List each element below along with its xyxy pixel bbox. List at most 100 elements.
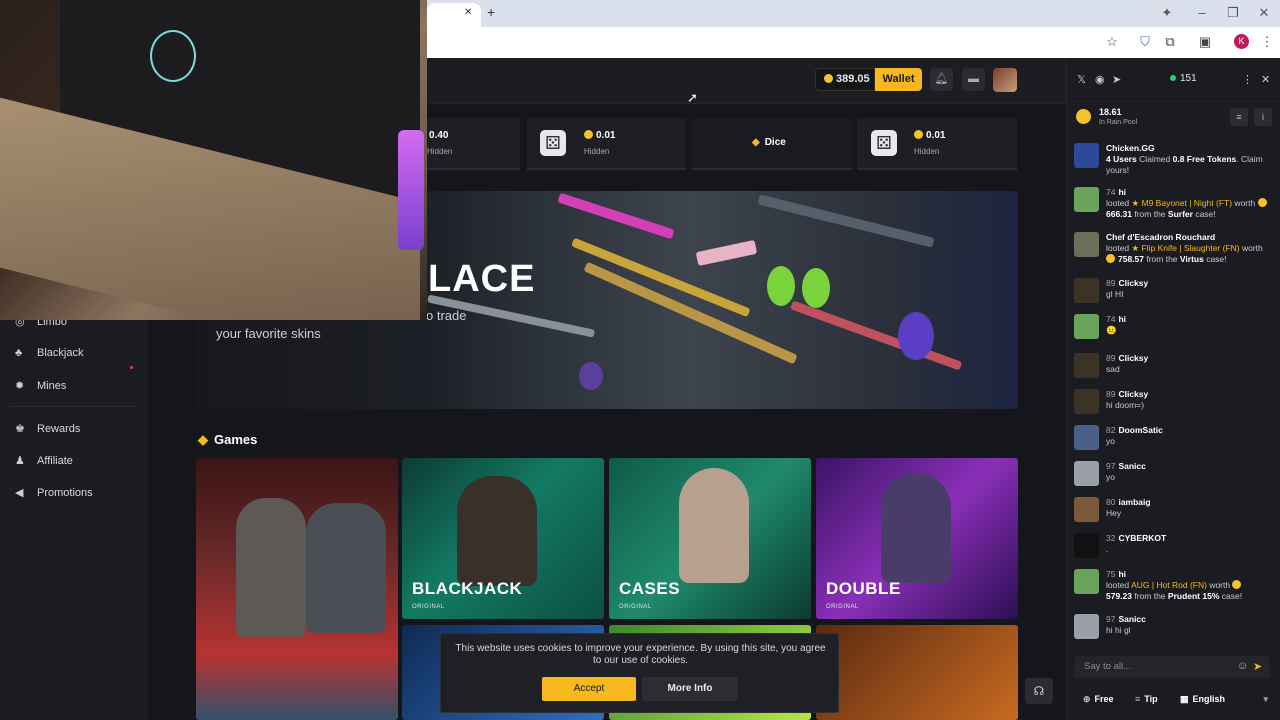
sidebar-item-blackjack[interactable]: ♣ Blackjack	[15, 347, 83, 359]
wallet-button[interactable]: Wallet	[875, 68, 922, 91]
extensions-icon[interactable]: ⧉	[1160, 34, 1180, 50]
rain-info-icon[interactable]: i	[1254, 108, 1272, 126]
chat-level: 97	[1106, 461, 1116, 471]
chat-username[interactable]: Clicksy	[1118, 389, 1148, 399]
character-art	[457, 476, 537, 586]
bet-amount: 0.01	[596, 130, 616, 141]
browser-tab[interactable]	[427, 3, 481, 27]
bet-user: Hidden	[914, 147, 940, 156]
banner-subtitle-line2: your favorite skins	[216, 326, 321, 341]
coin-icon	[1106, 254, 1115, 263]
chat-text: from the	[1144, 254, 1180, 264]
bet-card[interactable]: ⚄ 0.01 Hidden	[527, 118, 686, 170]
mines-indicator	[130, 366, 133, 369]
chat-avatar	[1074, 187, 1099, 212]
shield-icon[interactable]: ⛉	[1135, 34, 1155, 50]
chat-level: 32	[1106, 533, 1116, 543]
browser-menu-icon[interactable]: ⋮	[1257, 34, 1277, 50]
chat-username[interactable]: Clicksy	[1118, 278, 1148, 288]
chat-level: 97	[1106, 614, 1116, 624]
x-twitter-icon[interactable]: 𝕏	[1077, 73, 1086, 86]
chat-menu-icon[interactable]: ⋮	[1242, 73, 1253, 86]
emoji-icon[interactable]: ☺	[1237, 660, 1248, 672]
coin-icon	[914, 130, 923, 139]
sidebar-item-rewards[interactable]: ♚ Rewards	[15, 422, 80, 435]
chat-toggle-icon[interactable]: ▬	[962, 68, 985, 91]
game-card-double[interactable]: DOUBLE ORIGINAL	[816, 458, 1018, 619]
tip-button[interactable]: ≡ Tip	[1135, 690, 1158, 708]
window-close-icon[interactable]: ✕	[1250, 5, 1278, 21]
bet-card-game[interactable]: ◆ Dice	[692, 118, 852, 170]
chat-username[interactable]: Chicken.GG	[1106, 143, 1155, 153]
notifications-icon[interactable]: 🔔︎	[930, 68, 953, 91]
game-card-blackjack[interactable]: BLACKJACK ORIGINAL	[402, 458, 604, 619]
language-select[interactable]: ▦ English ▾	[1180, 690, 1268, 708]
game-card[interactable]	[816, 625, 1018, 720]
restore-icon[interactable]: ❐	[1219, 5, 1247, 21]
chat-username[interactable]: Sanicc	[1118, 614, 1145, 624]
sidebar-item-affiliate[interactable]: ♟ Affiliate	[15, 454, 73, 467]
game-card[interactable]	[196, 458, 398, 720]
sidebar-item-promotions[interactable]: ◀ Promotions	[15, 486, 93, 499]
online-count: 151	[1170, 73, 1197, 84]
chat-level: 82	[1106, 425, 1116, 435]
game-card-title: CASES	[619, 579, 681, 598]
rain-stack-icon[interactable]: ≡	[1230, 108, 1248, 126]
chat-text: looted	[1106, 580, 1132, 590]
extension-star-icon[interactable]: ✦	[1153, 5, 1181, 21]
dice-icon: ⚄	[540, 130, 566, 156]
chat-text: gl HI	[1106, 289, 1124, 299]
chat-text: case!	[1203, 254, 1227, 264]
chat-text: sad	[1106, 364, 1120, 374]
game-card-cases[interactable]: CASES ORIGINAL	[609, 458, 811, 619]
bet-card[interactable]: ⚄ 0.01 Hidden	[857, 118, 1017, 170]
chat-level: 89	[1106, 353, 1116, 363]
chat-close-icon[interactable]: ✕	[1261, 73, 1270, 86]
support-headset-icon[interactable]: ☊	[1025, 678, 1053, 704]
chat-value: 666.31	[1106, 209, 1132, 219]
new-tab-icon[interactable]: +	[487, 4, 495, 20]
user-avatar[interactable]	[993, 68, 1017, 92]
free-button[interactable]: ⊕ Free	[1083, 690, 1114, 708]
chat-text: looted	[1106, 198, 1132, 208]
chat-username[interactable]: Chef d'Escadron Rouchard	[1106, 232, 1215, 242]
bet-card[interactable]: 0.40 Hidden	[427, 118, 520, 170]
chat-username[interactable]: DoomSatic	[1118, 425, 1162, 435]
media-icon[interactable]: ▣	[1195, 34, 1215, 50]
accept-cookies-button[interactable]: Accept	[542, 677, 636, 701]
send-icon[interactable]: ➤	[1253, 660, 1262, 673]
game-card-tag: ORIGINAL	[619, 604, 652, 610]
chat-username[interactable]: hi	[1118, 187, 1126, 197]
chat-value: 579.23	[1106, 591, 1132, 601]
chat-level: 89	[1106, 389, 1116, 399]
minimize-icon[interactable]: –	[1188, 5, 1216, 20]
chat-avatar	[1074, 353, 1099, 378]
cube-icon: ◆	[198, 432, 208, 447]
games-heading-label: Games	[214, 432, 258, 447]
discord-icon[interactable]: ◉	[1095, 73, 1105, 86]
chat-username[interactable]: Clicksy	[1118, 353, 1148, 363]
affiliate-icon: ♟	[15, 455, 25, 467]
bookmark-star-icon[interactable]: ☆	[1102, 34, 1122, 50]
cookie-message: This website uses cookies to improve you…	[455, 643, 826, 666]
chat-username[interactable]: CYBERKOT	[1118, 533, 1166, 543]
tab-close-icon[interactable]: ✕	[464, 7, 472, 18]
sidebar-item-label: Blackjack	[37, 347, 84, 359]
promotions-icon: ◀	[15, 487, 24, 499]
chat-username[interactable]: Sanicc	[1118, 461, 1145, 471]
profile-avatar[interactable]: K	[1234, 34, 1249, 49]
chat-username[interactable]: hi	[1118, 314, 1126, 324]
sidebar-item-mines[interactable]: ✹ Mines	[15, 379, 66, 392]
chat-username[interactable]: hi	[1118, 569, 1126, 579]
chat-username[interactable]: iambaig	[1118, 497, 1150, 507]
chat-level: 74	[1106, 187, 1116, 197]
banner-subtitle: o trade	[426, 308, 467, 323]
banner-title: LACE	[428, 258, 536, 300]
telegram-icon[interactable]: ➤	[1112, 73, 1121, 86]
more-info-button[interactable]: More Info	[642, 677, 738, 701]
free-label: Free	[1094, 694, 1114, 704]
bet-amount: 0.40	[429, 130, 449, 141]
chat-text: yo	[1106, 472, 1115, 482]
webcam-overlay	[0, 0, 427, 320]
chat-avatar	[1074, 461, 1099, 486]
